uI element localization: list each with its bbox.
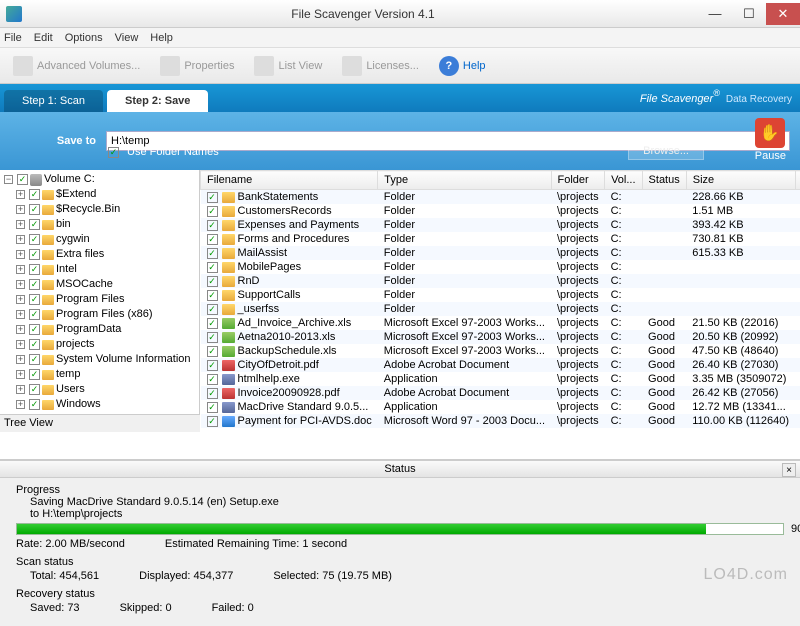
- menu-file[interactable]: File: [4, 32, 22, 44]
- tree-node[interactable]: +✓ System Volume Information: [16, 352, 197, 367]
- table-row[interactable]: ✓Expenses and Payments Folder\projectsC:…: [201, 218, 800, 232]
- file-list[interactable]: FilenameTypeFolderVol...StatusSizeModifi…: [200, 170, 800, 459]
- table-row[interactable]: ✓Payment for PCI-AVDS.doc Microsoft Word…: [201, 414, 800, 428]
- list-icon: [254, 56, 274, 76]
- status-close-button[interactable]: ×: [782, 463, 796, 477]
- tree-node[interactable]: +✓ bin: [16, 217, 197, 232]
- tree-node[interactable]: +✓ Intel: [16, 262, 197, 277]
- status-header: Status ×: [0, 461, 800, 478]
- list-view-button[interactable]: List View: [245, 51, 331, 81]
- table-row[interactable]: ✓htmlhelp.exe Application\projectsC:Good…: [201, 372, 800, 386]
- minimize-button[interactable]: —: [698, 3, 732, 25]
- table-row[interactable]: ✓MacDrive Standard 9.0.5... Application\…: [201, 400, 800, 414]
- tab-step1-scan[interactable]: Step 1: Scan: [4, 90, 103, 112]
- table-row[interactable]: ✓RnD Folder\projectsC:: [201, 274, 800, 288]
- status-panel: Status × Progress Saving MacDrive Standa…: [0, 460, 800, 626]
- save-panel: Save to ✓ Use Folder Names Browse... ✋ P…: [0, 112, 800, 170]
- pause-button[interactable]: ✋ Pause: [755, 118, 786, 162]
- table-row[interactable]: ✓_userfss Folder\projectsC:: [201, 302, 800, 316]
- table-row[interactable]: ✓CityOfDetroit.pdf Adobe Acrobat Documen…: [201, 358, 800, 372]
- tree-node[interactable]: +✓ MSOCache: [16, 277, 197, 292]
- column-header[interactable]: Modified Date: [795, 171, 800, 190]
- scan-status-label: Scan status: [16, 556, 784, 568]
- table-row[interactable]: ✓Forms and Procedures Folder\projectsC:7…: [201, 232, 800, 246]
- tree-node[interactable]: +✓ Users: [16, 382, 197, 397]
- column-header[interactable]: Vol...: [605, 171, 642, 190]
- table-row[interactable]: ✓Invoice20090928.pdf Adobe Acrobat Docum…: [201, 386, 800, 400]
- tree-node[interactable]: +✓ Program Files (x86): [16, 307, 197, 322]
- table-row[interactable]: ✓BackupSchedule.xls Microsoft Excel 97-2…: [201, 344, 800, 358]
- key-icon: [342, 56, 362, 76]
- progress-file2: to H:\temp\projects: [16, 508, 784, 520]
- toolbar: Advanced Volumes... Properties List View…: [0, 48, 800, 84]
- tree-node[interactable]: +✓ ProgramData: [16, 322, 197, 337]
- table-row[interactable]: ✓Aetna2010-2013.xls Microsoft Excel 97-2…: [201, 330, 800, 344]
- progress-label: Progress: [16, 484, 784, 496]
- table-row[interactable]: ✓MailAssist Folder\projectsC:615.33 KB: [201, 246, 800, 260]
- advanced-volumes-button[interactable]: Advanced Volumes...: [4, 51, 149, 81]
- properties-icon: [160, 56, 180, 76]
- tree-node[interactable]: +✓ Windows: [16, 397, 197, 412]
- menu-view[interactable]: View: [115, 32, 139, 44]
- column-header[interactable]: Filename: [201, 171, 378, 190]
- progress-file1: Saving MacDrive Standard 9.0.5.14 (en) S…: [16, 496, 784, 508]
- tree-node[interactable]: +✓ $Recycle.Bin: [16, 202, 197, 217]
- menu-options[interactable]: Options: [65, 32, 103, 44]
- column-header[interactable]: Type: [378, 171, 551, 190]
- tree-node[interactable]: +✓ temp: [16, 367, 197, 382]
- progress-bar: 90%: [16, 523, 784, 535]
- licenses-button[interactable]: Licenses...: [333, 51, 428, 81]
- checkbox-icon: ✓: [108, 147, 119, 158]
- maximize-button[interactable]: ☐: [732, 3, 766, 25]
- properties-button[interactable]: Properties: [151, 51, 243, 81]
- brand-label: File Scavenger®Data Recovery: [640, 88, 792, 106]
- tree-node[interactable]: +✓ Program Files: [16, 292, 197, 307]
- tree-node[interactable]: +✓ projects: [16, 337, 197, 352]
- rate-value: 2.00 MB/second: [45, 538, 125, 550]
- watermark: LO4D.com: [704, 566, 788, 584]
- table-row[interactable]: ✓MobilePages Folder\projectsC:: [201, 260, 800, 274]
- tree-node[interactable]: +✓ $Extend: [16, 187, 197, 202]
- column-header[interactable]: Size: [686, 171, 795, 190]
- tree-view-label: Tree View: [0, 414, 200, 432]
- step-bar: Step 1: Scan Step 2: Save File Scavenger…: [0, 84, 800, 112]
- titlebar: File Scavenger Version 4.1 — ☐ ✕: [0, 0, 800, 28]
- column-header[interactable]: Status: [642, 171, 686, 190]
- pause-icon: ✋: [755, 118, 785, 148]
- save-to-label: Save to: [40, 135, 96, 147]
- tree-root[interactable]: −✓ Volume C:: [4, 172, 197, 187]
- window-title: File Scavenger Version 4.1: [28, 7, 698, 21]
- help-icon: ?: [439, 56, 459, 76]
- table-row[interactable]: ✓SupportCalls Folder\projectsC:: [201, 288, 800, 302]
- app-icon: [6, 6, 22, 22]
- table-row[interactable]: ✓BankStatements Folder\projectsC:228.66 …: [201, 190, 800, 205]
- tree-node[interactable]: +✓ cygwin: [16, 232, 197, 247]
- table-row[interactable]: ✓Ad_Invoice_Archive.xls Microsoft Excel …: [201, 316, 800, 330]
- menu-help[interactable]: Help: [150, 32, 173, 44]
- help-button[interactable]: ?Help: [430, 51, 495, 81]
- close-button[interactable]: ✕: [766, 3, 800, 25]
- tree-view[interactable]: −✓ Volume C:+✓ $Extend+✓ $Recycle.Bin+✓ …: [0, 170, 200, 414]
- table-row[interactable]: ✓CustomersRecords Folder\projectsC:1.51 …: [201, 204, 800, 218]
- column-header[interactable]: Folder: [551, 171, 605, 190]
- use-folder-names-checkbox[interactable]: ✓ Use Folder Names: [108, 146, 219, 158]
- volumes-icon: [13, 56, 33, 76]
- eta-value: 1 second: [302, 538, 347, 550]
- tree-node[interactable]: +✓ Extra files: [16, 247, 197, 262]
- menu-edit[interactable]: Edit: [34, 32, 53, 44]
- tab-step2-save[interactable]: Step 2: Save: [107, 90, 208, 112]
- browse-button[interactable]: Browse...: [628, 142, 704, 160]
- menubar: File Edit Options View Help: [0, 28, 800, 48]
